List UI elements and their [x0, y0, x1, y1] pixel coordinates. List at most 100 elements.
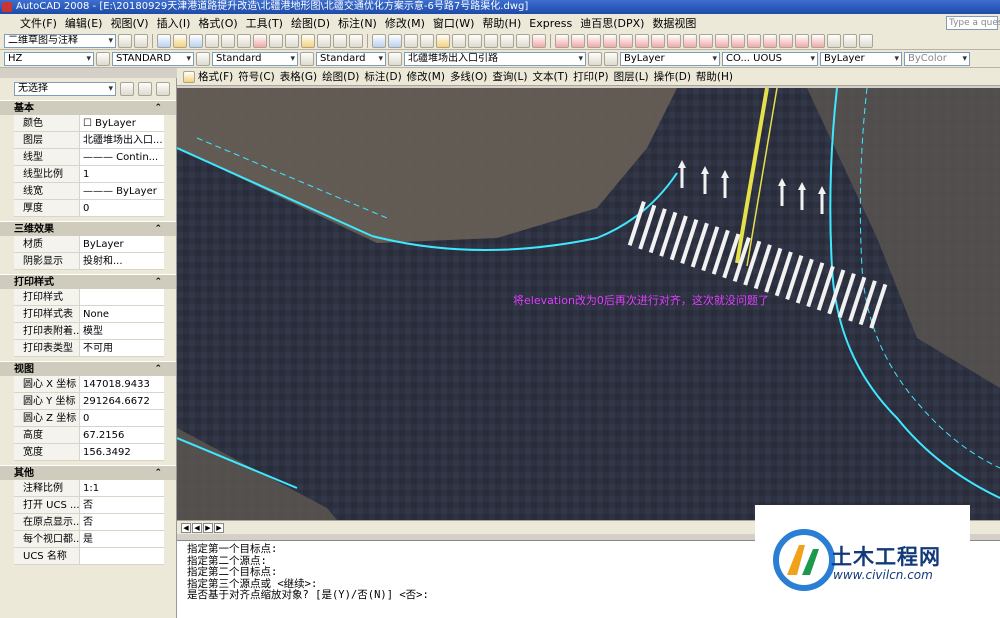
property-value[interactable]: 0 [80, 410, 164, 426]
property-row[interactable]: 在原点显示... 否 [14, 514, 164, 531]
collapse-arrow-icon[interactable]: ⌃ [154, 275, 162, 290]
dpx-menu-item[interactable]: 修改(M) [405, 69, 447, 84]
tolerance-icon[interactable] [763, 33, 777, 48]
dim-text-edit-icon[interactable] [843, 33, 857, 48]
menu-item[interactable]: 迪百思(DPX) [576, 15, 648, 31]
dim-angular-icon[interactable] [667, 33, 681, 48]
block-editor-icon[interactable] [317, 33, 331, 48]
markup-icon[interactable] [500, 33, 514, 48]
dim-continue-icon[interactable] [715, 33, 729, 48]
property-row[interactable]: UCS 名称 [14, 548, 164, 565]
last-layout-arrow-icon[interactable]: ▶ [214, 522, 224, 533]
property-value[interactable]: 模型 [80, 323, 164, 339]
property-value[interactable]: 67.2156 [80, 427, 164, 443]
menu-item[interactable]: 插入(I) [153, 15, 195, 31]
collapse-arrow-icon[interactable]: ⌃ [154, 101, 162, 116]
publish-icon[interactable] [237, 33, 251, 48]
drawing-viewport[interactable]: 将elevation改为0后再次进行对齐，这次就没问题了 [177, 88, 1000, 520]
property-value[interactable]: ☐ ByLayer [80, 115, 164, 131]
redo-icon[interactable] [349, 33, 363, 48]
layer-dropdown[interactable]: 北疆堆场出入口引路 [404, 51, 586, 66]
property-row[interactable]: 高度 67.2156 [14, 427, 164, 444]
property-row[interactable]: 线型比例 1 [14, 166, 164, 183]
menu-item[interactable]: 视图(V) [106, 15, 152, 31]
quick-select-icon[interactable] [156, 82, 170, 96]
dim-jogged-linear-icon[interactable] [811, 33, 825, 48]
dpx-menu-item[interactable]: 符号(C) [236, 69, 277, 84]
save-file-icon[interactable] [189, 33, 203, 48]
undo-icon[interactable] [333, 33, 347, 48]
property-row[interactable]: 打印表类型 不可用 [14, 340, 164, 357]
menu-item[interactable]: 格式(O) [194, 15, 241, 31]
first-layout-arrow-icon[interactable]: ◀ [181, 522, 191, 533]
property-value[interactable]: 是 [80, 531, 164, 547]
quick-dim-icon[interactable] [683, 33, 697, 48]
dim-jogged-icon[interactable] [635, 33, 649, 48]
design-center-icon[interactable] [452, 33, 466, 48]
prev-layout-arrow-icon[interactable]: ◀ [192, 522, 202, 533]
dim-arc-icon[interactable] [587, 33, 601, 48]
property-value[interactable]: None [80, 306, 164, 322]
paste-icon[interactable] [285, 33, 299, 48]
help-icon[interactable] [532, 33, 546, 48]
property-row[interactable]: 打开 UCS ... 否 [14, 497, 164, 514]
workspace-icon[interactable] [134, 33, 148, 48]
plotstyle-dropdown[interactable]: ByColor [904, 51, 970, 66]
cut-icon[interactable] [253, 33, 267, 48]
property-row[interactable]: 圆心 X 坐标 147018.9433 [14, 376, 164, 393]
dpx-menu-item[interactable]: 绘图(D) [320, 69, 361, 84]
collapse-arrow-icon[interactable]: ⌃ [154, 466, 162, 481]
property-value[interactable]: 否 [80, 514, 164, 530]
dim-radius-icon[interactable] [619, 33, 633, 48]
select-objects-icon[interactable] [138, 82, 152, 96]
section-header[interactable]: 打印样式 ⌃ [0, 274, 176, 289]
dim-ordinate-icon[interactable] [603, 33, 617, 48]
property-value[interactable]: ByLayer [80, 236, 164, 252]
section-header[interactable]: 基本 ⌃ [0, 100, 176, 115]
dim-break-icon[interactable] [747, 33, 761, 48]
copy-icon[interactable] [269, 33, 283, 48]
layer-previous-icon[interactable] [604, 51, 618, 66]
property-row[interactable]: 材质 ByLayer [14, 236, 164, 253]
tool-palettes-icon[interactable] [468, 33, 482, 48]
menu-item[interactable]: 工具(T) [242, 15, 287, 31]
dim-diameter-icon[interactable] [651, 33, 665, 48]
layer-manager-icon[interactable] [388, 51, 402, 66]
dim-space-icon[interactable] [731, 33, 745, 48]
property-row[interactable]: 阴影显示 投射和... [14, 253, 164, 270]
property-row[interactable]: 打印样式表 None [14, 306, 164, 323]
property-value[interactable]: 1 [80, 166, 164, 182]
dpx-menu-item[interactable]: 查询(L) [490, 69, 529, 84]
dpx-menu-item[interactable]: 多线(O) [448, 69, 489, 84]
collapse-arrow-icon[interactable]: ⌃ [154, 362, 162, 377]
dpx-menu-item[interactable]: 图层(L) [612, 69, 651, 84]
selection-dropdown[interactable]: 无选择 [14, 82, 116, 96]
dim-style-dropdown[interactable]: Standard [212, 51, 298, 66]
property-value[interactable]: 1:1 [80, 480, 164, 496]
property-row[interactable]: 圆心 Z 坐标 0 [14, 410, 164, 427]
property-row[interactable]: 线宽 ——— ByLayer [14, 183, 164, 200]
section-header[interactable]: 视图 ⌃ [0, 361, 176, 376]
zoom-window-icon[interactable] [404, 33, 418, 48]
property-row[interactable]: 颜色 ☐ ByLayer [14, 115, 164, 132]
next-layout-arrow-icon[interactable]: ▶ [203, 522, 213, 533]
menu-item[interactable]: 编辑(E) [61, 15, 107, 31]
property-row[interactable]: 厚度 0 [14, 200, 164, 217]
dpx-menu-item[interactable]: 标注(D) [362, 69, 403, 84]
property-row[interactable]: 圆心 Y 坐标 291264.6672 [14, 393, 164, 410]
dim-edit-icon[interactable] [827, 33, 841, 48]
menu-item[interactable]: 窗口(W) [429, 15, 478, 31]
center-mark-icon[interactable] [779, 33, 793, 48]
property-row[interactable]: 图层 北疆堆场出入口... [14, 132, 164, 149]
property-value[interactable]: 投射和... [80, 253, 164, 269]
lineweight-dropdown[interactable]: ByLayer [820, 51, 902, 66]
menu-item[interactable]: Express [525, 17, 576, 30]
property-value[interactable]: 0 [80, 200, 164, 216]
menu-item[interactable]: 标注(N) [334, 15, 381, 31]
property-row[interactable]: 打印样式 [14, 289, 164, 306]
property-value[interactable]: 147018.9433 [80, 376, 164, 392]
font-dropdown[interactable]: HZ [4, 51, 94, 66]
property-row[interactable]: 每个视口都... 是 [14, 531, 164, 548]
menu-item[interactable]: 帮助(H) [478, 15, 525, 31]
property-row[interactable]: 注释比例 1:1 [14, 480, 164, 497]
